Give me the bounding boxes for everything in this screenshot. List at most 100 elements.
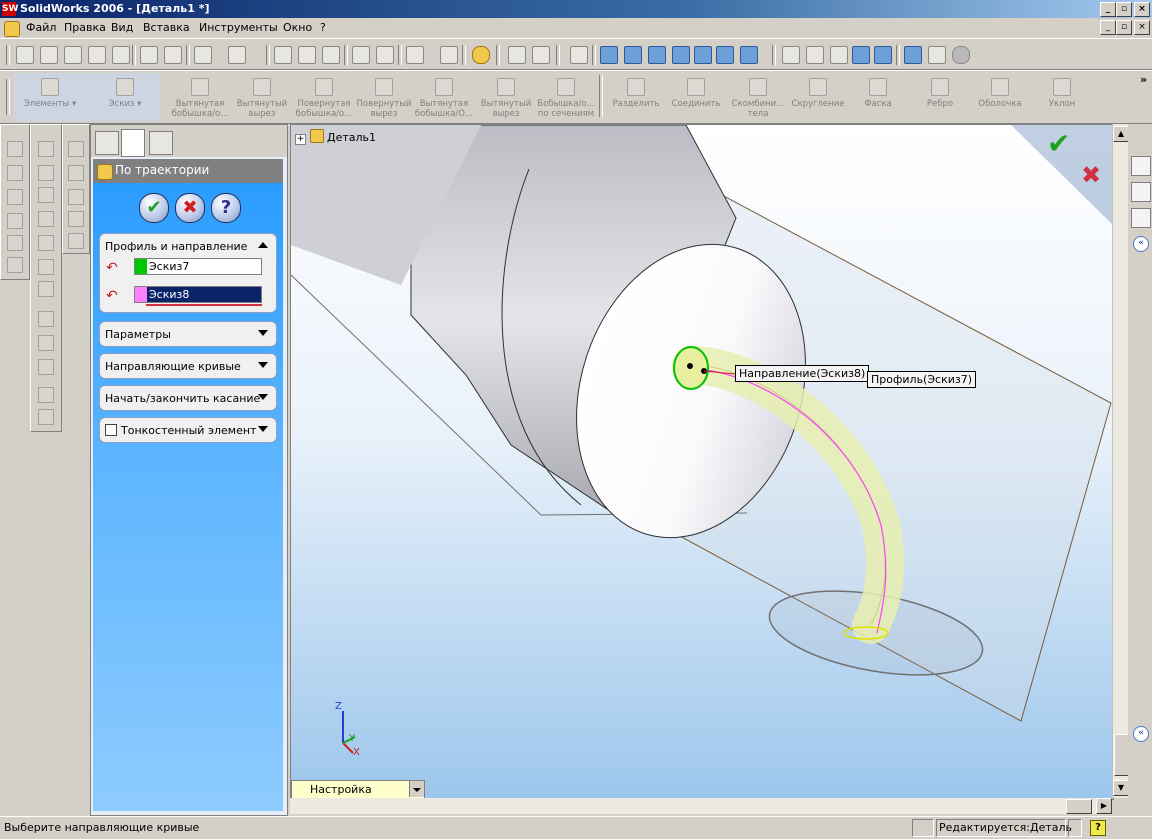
copy-icon[interactable] — [164, 46, 182, 64]
library-icon[interactable] — [1131, 182, 1151, 202]
tool-icon[interactable] — [38, 235, 54, 251]
swept-boss-button[interactable]: Вытянутая бобышка/О... — [414, 75, 474, 119]
elements-tab[interactable]: Элементы ▾ — [14, 75, 86, 119]
ok-button[interactable]: ✔ — [139, 193, 169, 223]
toolbar-overflow-button[interactable]: » — [1140, 73, 1147, 86]
scroll-right-button[interactable]: ▶ — [1096, 798, 1112, 814]
configuration-manager-tab[interactable] — [149, 131, 173, 155]
chamfer-button[interactable]: Фаска — [848, 75, 908, 119]
section-view-icon[interactable] — [904, 46, 922, 64]
loft-button[interactable]: Бобышка/о... по сечениям — [536, 75, 596, 119]
close-button[interactable]: × — [1134, 2, 1150, 17]
search-icon[interactable] — [1131, 208, 1151, 228]
scroll-thumb[interactable] — [1066, 799, 1092, 814]
plane-icon[interactable] — [68, 141, 84, 157]
zoom-selection-icon[interactable] — [672, 46, 690, 64]
thin-feature-group[interactable]: Тонкостенный элемент — [99, 417, 277, 443]
draft-button[interactable]: Уклон — [1032, 75, 1092, 119]
menu-tools[interactable]: Инструменты — [199, 21, 278, 34]
fillet-button[interactable]: Скругление — [788, 75, 848, 119]
collapse-arrow-icon[interactable] — [258, 242, 268, 248]
thin-feature-checkbox[interactable] — [105, 424, 117, 436]
scroll-up-button[interactable]: ▲ — [1113, 126, 1129, 142]
tool-icon[interactable] — [38, 141, 54, 157]
vertical-scrollbar[interactable]: ▲ ▼ — [1112, 124, 1130, 798]
tool-icon[interactable] — [7, 165, 23, 181]
view-orientation-icon[interactable] — [740, 46, 758, 64]
path-selection-box[interactable]: Эскиз8 — [134, 286, 262, 303]
sketch-dropdown-icon[interactable] — [406, 46, 424, 64]
combine-button[interactable]: Скомбини... тела — [728, 75, 788, 119]
confirm-ok-icon[interactable]: ✔ — [1047, 127, 1070, 160]
menu-edit[interactable]: Правка — [64, 21, 106, 34]
tool-icon[interactable] — [38, 311, 54, 327]
parameters-group[interactable]: Параметры — [99, 321, 277, 347]
cut-icon[interactable] — [140, 46, 158, 64]
menu-view[interactable]: Вид — [111, 21, 133, 34]
tool-icon[interactable] — [7, 235, 23, 251]
options-icon[interactable] — [322, 46, 340, 64]
hidden-lines-visible-icon[interactable] — [806, 46, 824, 64]
open-icon[interactable] — [40, 46, 58, 64]
wireframe-icon[interactable] — [782, 46, 800, 64]
shaded-edges-icon[interactable] — [852, 46, 870, 64]
tool-icon[interactable] — [38, 335, 54, 351]
menu-insert[interactable]: Вставка — [143, 21, 190, 34]
axis-icon[interactable] — [68, 165, 84, 181]
revolved-cut-button[interactable]: Повернутый вырез — [354, 75, 414, 119]
swept-cut-button[interactable]: Вытянутый вырез — [476, 75, 536, 119]
tree-root-label[interactable]: Деталь1 — [327, 131, 376, 144]
pan-icon[interactable] — [716, 46, 734, 64]
rebuild-icon[interactable] — [298, 46, 316, 64]
scroll-down-button[interactable]: ▼ — [1113, 780, 1129, 796]
toolbar-grip[interactable] — [6, 45, 10, 65]
select-filter-icon[interactable] — [570, 46, 588, 64]
profile-selection-box[interactable]: Эскиз7 — [134, 258, 262, 275]
tool-icon[interactable] — [38, 259, 54, 275]
collapse-pane-icon[interactable]: « — [1133, 236, 1149, 252]
dropdown-arrow-icon[interactable] — [409, 781, 424, 797]
sketch-tab[interactable]: Эскиз ▾ — [90, 75, 160, 119]
cancel-button[interactable]: ✖ — [175, 193, 205, 223]
expand-pane-icon[interactable]: « — [1133, 726, 1149, 742]
minimize-button[interactable]: _ — [1100, 2, 1116, 17]
maximize-button[interactable]: ▫ — [1116, 2, 1132, 17]
sketch-icon[interactable] — [532, 46, 550, 64]
zoom-fit-icon[interactable] — [600, 46, 618, 64]
group-title[interactable]: Профиль и направление — [105, 240, 247, 253]
tool-icon[interactable] — [38, 387, 54, 403]
direction-callout[interactable]: Направление(Эскиз8) — [735, 365, 870, 382]
graphics-viewport[interactable]: + Деталь1 Направление(Эскиз8) Профиль(Эс… — [290, 124, 1114, 800]
property-manager-tab[interactable] — [121, 129, 145, 157]
perspective-icon[interactable] — [928, 46, 946, 64]
save-icon[interactable] — [64, 46, 82, 64]
helix-icon[interactable] — [7, 257, 23, 273]
undo-icon[interactable] — [194, 46, 212, 64]
star-icon[interactable] — [440, 46, 458, 64]
extruded-boss-button[interactable]: Вытянутая бобышка/о... — [170, 75, 230, 119]
help-icon[interactable] — [472, 46, 490, 64]
tool-icon[interactable] — [38, 211, 54, 227]
curve-icon[interactable] — [7, 213, 23, 229]
table-icon[interactable] — [376, 46, 394, 64]
shaded-icon[interactable] — [874, 46, 892, 64]
confirm-cancel-icon[interactable]: ✖ — [1081, 161, 1101, 189]
extruded-cut-button[interactable]: Вытянутый вырез — [232, 75, 292, 119]
menu-window[interactable]: Окно — [283, 21, 312, 34]
tool-icon[interactable] — [38, 187, 54, 203]
shell-button[interactable]: Оболочка — [970, 75, 1030, 119]
feature-manager-tab[interactable] — [95, 131, 119, 155]
split-button[interactable]: Разделить — [606, 75, 666, 119]
print-icon[interactable] — [88, 46, 106, 64]
tool-icon[interactable] — [38, 281, 54, 297]
join-button[interactable]: Соединить — [666, 75, 726, 119]
select-icon[interactable] — [274, 46, 292, 64]
mate-reference-icon[interactable] — [68, 233, 84, 249]
menu-file[interactable]: Файл — [26, 21, 56, 34]
tool-icon[interactable] — [38, 409, 54, 425]
print-preview-icon[interactable] — [112, 46, 130, 64]
toolbar-grip[interactable] — [6, 79, 10, 115]
redo-icon[interactable] — [228, 46, 246, 64]
rib-button[interactable]: Ребро — [910, 75, 970, 119]
mdi-minimize-button[interactable]: _ — [1100, 20, 1116, 35]
